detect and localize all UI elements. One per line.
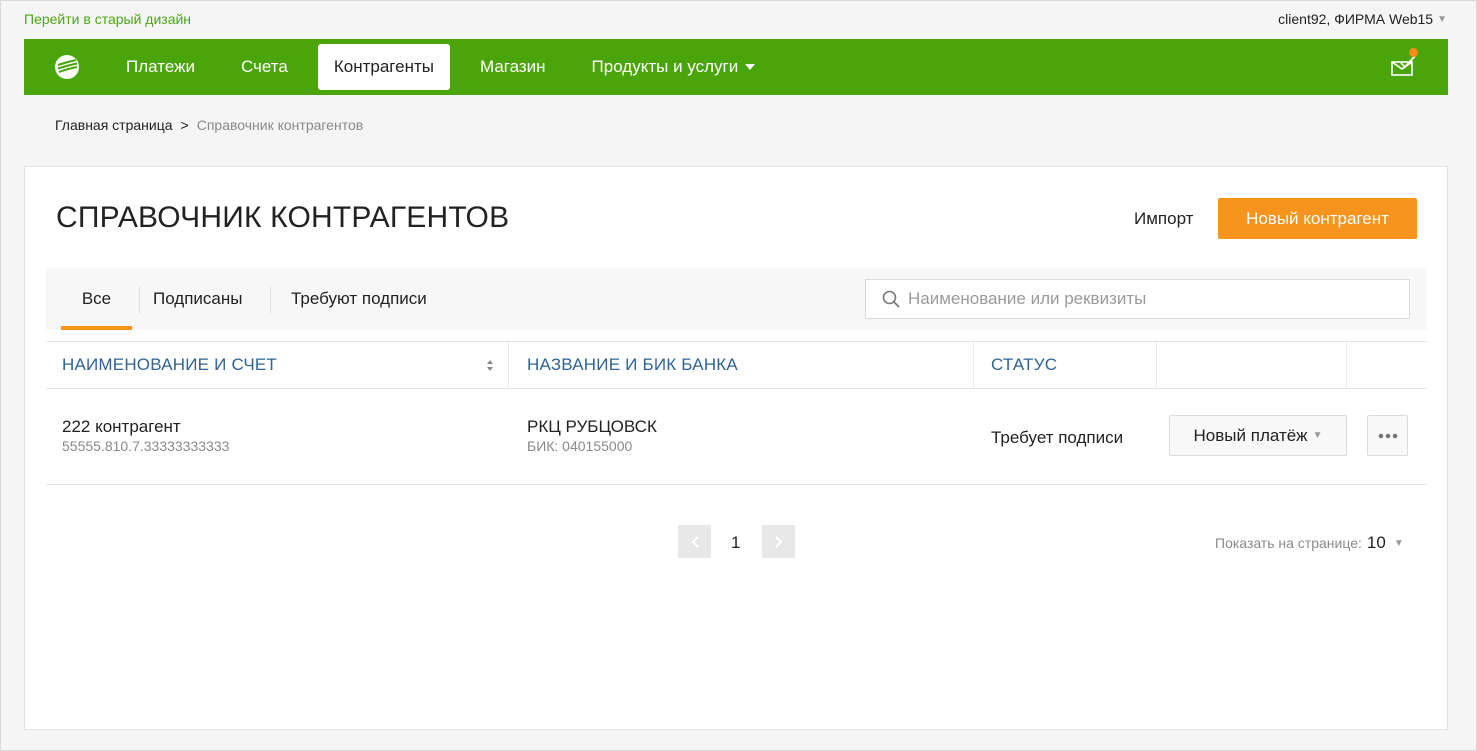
- tab-all[interactable]: Все: [61, 268, 132, 330]
- nav-item-counterparties[interactable]: Контрагенты: [317, 44, 450, 90]
- new-counterparty-button[interactable]: Новый контрагент: [1218, 198, 1417, 239]
- nav-item-products[interactable]: Продукты и услуги: [576, 44, 772, 90]
- column-header-status: СТАТУС: [991, 355, 1058, 374]
- nav-item-accounts[interactable]: Счета: [225, 44, 304, 90]
- per-page-label: Показать на странице:: [1215, 535, 1362, 551]
- main-navbar: Платежи Счета Контрагенты Магазин Продук…: [24, 39, 1448, 95]
- status-text: Требует подписи: [991, 428, 1124, 447]
- chevron-left-icon: [691, 535, 699, 548]
- per-page-value: 10: [1366, 533, 1386, 552]
- column-divider: [1346, 342, 1347, 388]
- notification-dot: [1409, 48, 1418, 57]
- page-title: СПРАВОЧНИК КОНТРАГЕНТОВ: [56, 201, 510, 234]
- pagination-prev-button[interactable]: [678, 525, 711, 558]
- nav-item-shop[interactable]: Магазин: [464, 44, 562, 90]
- nav-item-label: Счета: [240, 57, 288, 76]
- new-payment-label: Новый платёж: [1193, 425, 1308, 445]
- column-divider: [508, 342, 509, 388]
- chevron-down-icon: ▼: [1393, 537, 1404, 549]
- tab-label: Все: [81, 289, 112, 308]
- nav-item-label: Продукты и услуги: [591, 57, 739, 76]
- tab-divider: [139, 286, 140, 314]
- column-divider: [1156, 342, 1157, 388]
- search-icon: [882, 290, 900, 308]
- nav-item-payments[interactable]: Платежи: [110, 44, 211, 90]
- more-dots-icon: [1378, 433, 1397, 438]
- tabs-bar: Все Подписаны Требуют подписи: [46, 268, 1427, 330]
- tab-label: Подписаны: [153, 289, 243, 308]
- column-header-name[interactable]: НАИМЕНОВАНИЕ И СЧЕТ: [62, 342, 277, 388]
- search-input[interactable]: [908, 289, 1388, 309]
- nav-item-label: Магазин: [479, 57, 546, 76]
- user-menu[interactable]: client92, ФИРМА Web15 ▼: [1278, 11, 1447, 27]
- table-row[interactable]: 222 контрагент 55555.810.7.33333333333 Р…: [46, 389, 1427, 485]
- bank-name: РКЦ РУБЦОВСК: [527, 417, 657, 436]
- breadcrumb: Главная страница > Справочник контрагент…: [55, 117, 363, 133]
- search-box: [865, 279, 1410, 319]
- chevron-down-icon: ▼: [1437, 13, 1447, 25]
- bank-bik: БИК: 040155000: [527, 438, 633, 454]
- new-payment-button[interactable]: Новый платёж ▼: [1169, 415, 1347, 456]
- chevron-down-icon: ▼: [1312, 430, 1323, 441]
- nav-item-label: Платежи: [126, 57, 195, 76]
- breadcrumb-current: Справочник контрагентов: [196, 117, 364, 133]
- column-divider: [973, 342, 974, 388]
- old-design-link[interactable]: Перейти в старый дизайн: [24, 11, 191, 27]
- nav-item-label: Контрагенты: [333, 57, 434, 76]
- pagination-current-page[interactable]: 1: [731, 533, 740, 553]
- tab-need-signature[interactable]: Требуют подписи: [291, 268, 427, 330]
- column-header-bank: НАЗВАНИЕ И БИК БАНКА: [527, 355, 738, 374]
- import-button[interactable]: Импорт: [1134, 209, 1193, 229]
- more-actions-button[interactable]: [1367, 415, 1408, 456]
- tab-signed[interactable]: Подписаны: [153, 268, 242, 330]
- content-panel: СПРАВОЧНИК КОНТРАГЕНТОВ Импорт Новый кон…: [24, 166, 1448, 730]
- mail-check-icon[interactable]: [1390, 48, 1420, 80]
- tab-label: Требуют подписи: [291, 289, 427, 308]
- chevron-right-icon: [774, 535, 782, 548]
- sort-icon[interactable]: [486, 359, 494, 372]
- tab-divider: [270, 286, 271, 314]
- counterparty-name: 222 контрагент: [62, 417, 181, 436]
- pagination-next-button[interactable]: [762, 525, 795, 558]
- per-page-selector[interactable]: Показать на странице: 10 ▼: [1215, 533, 1404, 553]
- breadcrumb-home[interactable]: Главная страница: [55, 117, 173, 133]
- breadcrumb-separator: >: [180, 117, 189, 133]
- user-name: client92, ФИРМА Web15: [1278, 11, 1434, 27]
- counterparty-account: 55555.810.7.33333333333: [62, 438, 230, 454]
- table-header: НАИМЕНОВАНИЕ И СЧЕТ НАЗВАНИЕ И БИК БАНКА…: [46, 341, 1427, 389]
- caret-down-icon: [745, 64, 756, 70]
- top-bar: Перейти в старый дизайн client92, ФИРМА …: [24, 0, 1447, 38]
- sberbank-logo-icon[interactable]: [54, 54, 80, 80]
